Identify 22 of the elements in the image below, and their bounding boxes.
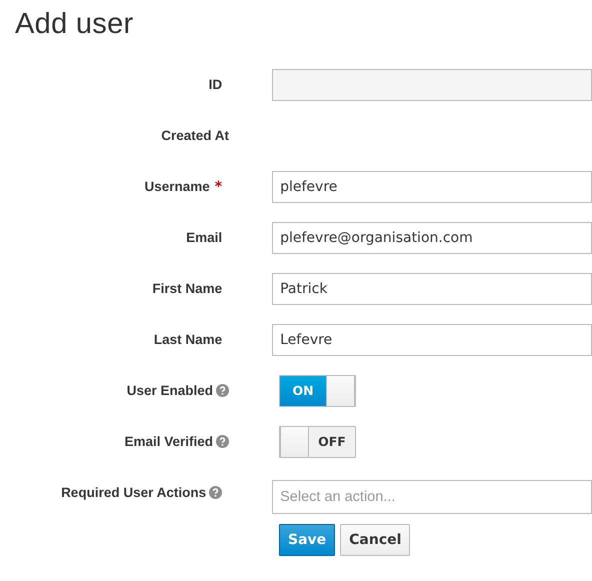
field-label: Email Verified <box>124 434 213 449</box>
text-field[interactable]: Patrick <box>272 272 592 304</box>
help-icon[interactable] <box>216 435 229 448</box>
help-icon[interactable] <box>209 486 222 499</box>
field-label: First Name <box>152 281 222 296</box>
text-field[interactable]: Lefevre <box>272 324 592 356</box>
page-title: Add user <box>15 7 134 42</box>
required-mark: * <box>214 178 222 194</box>
field-label: Email <box>186 230 222 245</box>
text-field[interactable]: plefevre <box>272 170 592 202</box>
action-select[interactable]: Select an action... <box>272 480 592 514</box>
field-label: ID <box>208 77 222 92</box>
text-field[interactable]: plefevre@organisation.com <box>272 222 592 254</box>
toggle-switch[interactable]: OFF <box>279 426 356 458</box>
field-label: User Enabled <box>126 383 213 398</box>
cancel-button[interactable]: Cancel <box>340 524 410 556</box>
field-label: Created At <box>161 128 229 143</box>
field-label: Last Name <box>154 332 222 347</box>
field-label: Required User Actions <box>61 485 206 500</box>
field-label: Username <box>144 179 210 194</box>
help-icon[interactable] <box>216 384 229 397</box>
id-field[interactable] <box>272 68 592 100</box>
